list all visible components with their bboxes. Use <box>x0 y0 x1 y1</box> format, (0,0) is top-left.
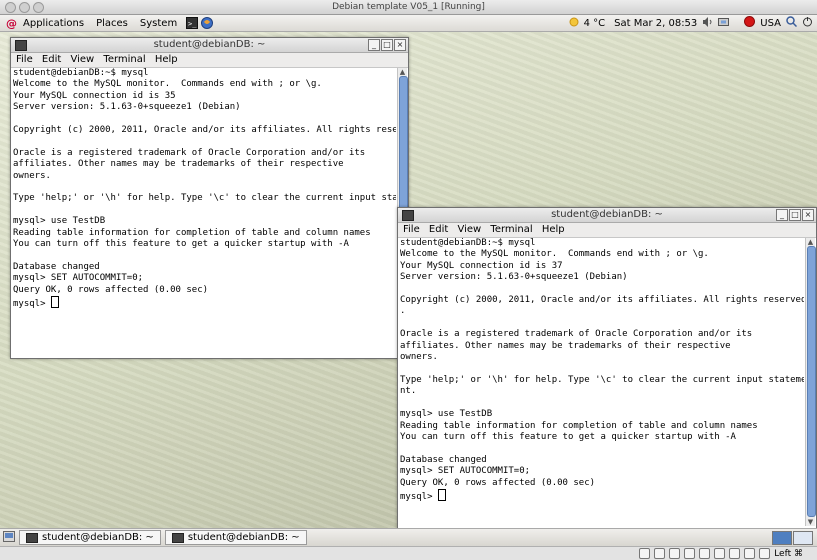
menu-system[interactable]: System <box>134 18 183 29</box>
minimize-button[interactable]: _ <box>776 209 788 221</box>
window-titlebar[interactable]: student@debianDB: ~ _ □ × <box>398 208 816 223</box>
volume-icon[interactable] <box>702 16 713 30</box>
mouse-integration-icon[interactable] <box>744 548 756 559</box>
host-window-titlebar: Debian template V05_1 [Running] <box>0 0 817 15</box>
menu-view[interactable]: View <box>457 224 481 235</box>
window-titlebar[interactable]: student@debianDB: ~ _ □ × <box>11 38 408 53</box>
taskbar-item-label: student@debianDB: ~ <box>187 532 300 543</box>
window-title: student@debianDB: ~ <box>153 39 266 50</box>
taskbar-item[interactable]: student@debianDB: ~ <box>19 530 161 545</box>
scroll-up-arrow-icon[interactable]: ▲ <box>806 238 815 246</box>
menu-help[interactable]: Help <box>155 54 178 65</box>
scrollbar-thumb[interactable] <box>807 246 816 517</box>
mysql-prompt: mysql> <box>400 491 438 502</box>
close-traffic-icon[interactable] <box>5 2 16 13</box>
minimize-button[interactable]: _ <box>368 39 380 51</box>
vertical-scrollbar[interactable]: ▲ ▼ <box>805 238 816 526</box>
menu-help[interactable]: Help <box>542 224 565 235</box>
scroll-down-arrow-icon[interactable]: ▼ <box>806 518 815 526</box>
network-icon[interactable] <box>718 17 730 30</box>
terminal-text: student@debianDB:~$ mysql Welcome to the… <box>13 68 396 295</box>
host-key-label: Left ⌘ <box>774 548 803 559</box>
weather-temperature[interactable]: 4 °C <box>584 18 606 29</box>
zoom-traffic-icon[interactable] <box>33 2 44 13</box>
host-key-icon[interactable] <box>759 548 771 559</box>
taskbar-item[interactable]: student@debianDB: ~ <box>164 530 307 545</box>
menu-applications[interactable]: Applications <box>17 18 90 29</box>
show-desktop-icon[interactable] <box>3 530 15 545</box>
top-panel: @ Applications Places System >_ 4 °C Sat… <box>0 15 817 32</box>
svg-text:>_: >_ <box>188 20 197 28</box>
menu-edit[interactable]: Edit <box>42 54 61 65</box>
power-icon[interactable] <box>802 16 813 30</box>
maximize-button[interactable]: □ <box>789 209 801 221</box>
maximize-button[interactable]: □ <box>381 39 393 51</box>
search-icon[interactable] <box>786 16 798 30</box>
close-button[interactable]: × <box>802 209 814 221</box>
close-button[interactable]: × <box>394 39 406 51</box>
menu-terminal[interactable]: Terminal <box>103 54 145 65</box>
taskbar-item-label: student@debianDB: ~ <box>42 532 154 543</box>
text-cursor <box>50 296 59 309</box>
minimize-traffic-icon[interactable] <box>19 2 30 13</box>
terminal-icon <box>26 532 38 543</box>
menu-terminal[interactable]: Terminal <box>490 224 532 235</box>
keyboard-layout[interactable]: USA <box>760 18 781 29</box>
mysql-prompt: mysql> <box>13 299 51 310</box>
terminal-output[interactable]: student@debianDB:~$ mysql Welcome to the… <box>13 68 396 356</box>
scroll-up-arrow-icon[interactable]: ▲ <box>398 68 407 76</box>
optical-drive-icon[interactable] <box>654 548 666 559</box>
capture-icon[interactable] <box>729 548 741 559</box>
terminal-text: student@debianDB:~$ mysql Welcome to the… <box>400 238 804 488</box>
terminal-output[interactable]: student@debianDB:~$ mysql Welcome to the… <box>400 238 804 526</box>
menu-file[interactable]: File <box>403 224 420 235</box>
workspace-2[interactable] <box>793 531 813 545</box>
host-status-bar: Left ⌘ <box>0 546 817 560</box>
workspace-1[interactable] <box>772 531 792 545</box>
host-window-title: Debian template V05_1 [Running] <box>332 2 485 12</box>
debian-logo-icon[interactable]: @ <box>6 18 17 29</box>
terminal-window[interactable]: student@debianDB: ~ _ □ × File Edit View… <box>10 37 409 359</box>
usb-icon[interactable] <box>669 548 681 559</box>
terminal-icon <box>402 210 414 221</box>
menu-file[interactable]: File <box>16 54 33 65</box>
terminal-icon <box>171 532 184 543</box>
update-notifier-icon[interactable] <box>744 16 756 30</box>
web-browser-launcher-icon[interactable] <box>201 17 214 29</box>
terminal-launcher-icon[interactable]: >_ <box>186 17 199 29</box>
menu-view[interactable]: View <box>70 54 94 65</box>
text-cursor <box>437 488 446 501</box>
workspace-switcher[interactable] <box>772 531 813 545</box>
bottom-panel: student@debianDB: ~ student@debianDB: ~ <box>0 528 817 546</box>
menu-edit[interactable]: Edit <box>429 224 448 235</box>
terminal-window[interactable]: student@debianDB: ~ _ □ × File Edit View… <box>397 207 817 529</box>
terminal-menubar: File Edit View Terminal Help <box>11 53 408 68</box>
weather-icon[interactable] <box>569 17 579 30</box>
network-adapter-icon[interactable] <box>699 548 711 559</box>
menu-places[interactable]: Places <box>90 18 134 29</box>
window-title: student@debianDB: ~ <box>551 209 663 220</box>
display-icon[interactable] <box>714 548 726 559</box>
terminal-icon <box>15 40 27 51</box>
shared-folders-icon[interactable] <box>684 548 696 559</box>
terminal-menubar: File Edit View Terminal Help <box>398 223 816 238</box>
clock[interactable]: Sat Mar 2, 08:53 <box>614 18 697 29</box>
harddisk-icon[interactable] <box>639 548 651 559</box>
